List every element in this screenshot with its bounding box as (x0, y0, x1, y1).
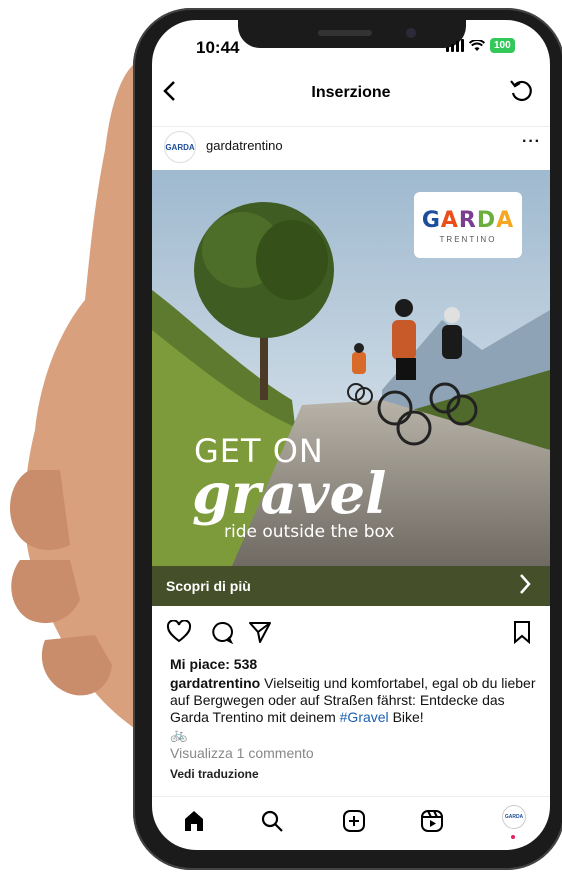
profile-avatar-text: GARDA (504, 814, 524, 820)
caption-body: gardatrentino Vielseitig und komfortabel… (170, 675, 542, 743)
comment-icon[interactable] (210, 620, 234, 649)
signal-icon (446, 39, 464, 52)
caption-tail: Bike! (392, 709, 424, 725)
view-comments-link[interactable]: Visualizza 1 commento (170, 745, 542, 762)
create-post-icon[interactable] (342, 809, 366, 838)
home-icon[interactable] (182, 809, 206, 838)
post-header: GARDA gardatrentino ··· (152, 126, 550, 163)
page-title: Inserzione (311, 84, 391, 101)
profile-avatar[interactable]: GARDA (502, 805, 526, 829)
like-count[interactable]: Mi piace: 538 (170, 656, 542, 673)
avatar-text: GARDA (165, 142, 195, 152)
learn-more-button[interactable]: Scopri di più (152, 566, 550, 606)
wifi-icon (469, 39, 485, 51)
search-icon[interactable] (260, 809, 284, 838)
refresh-icon[interactable] (508, 78, 534, 109)
chevron-right-icon (518, 572, 532, 602)
logo-wordmark: GARDA (421, 208, 515, 233)
see-translation-link[interactable]: Vedi traduzione (170, 766, 542, 783)
post-image[interactable]: GARDA TRENTINO GET ON gravel ride outsid… (152, 170, 550, 566)
headline-gravel: gravel (192, 461, 387, 527)
post-avatar[interactable]: GARDA (164, 131, 196, 163)
cta-label: Scopri di più (166, 578, 251, 594)
status-time: 10:44 (196, 38, 240, 57)
caption-username[interactable]: gardatrentino (170, 675, 260, 691)
post-username[interactable]: gardatrentino (206, 138, 283, 153)
more-options-icon[interactable]: ··· (522, 133, 541, 151)
status-icons: 100 (446, 38, 515, 53)
heart-icon[interactable] (166, 619, 192, 649)
battery-indicator: 100 (490, 38, 515, 53)
top-bar: Inserzione (152, 74, 550, 114)
bottom-nav: GARDA (152, 796, 550, 851)
hashtag-link[interactable]: #Gravel (340, 709, 389, 725)
brand-logo: GARDA TRENTINO (414, 192, 522, 258)
reels-icon[interactable] (420, 809, 444, 838)
notification-dot (511, 835, 515, 839)
bookmark-icon[interactable] (512, 620, 532, 649)
post-caption: Mi piace: 538 gardatrentino Vielseitig u… (170, 656, 542, 783)
notch (238, 10, 466, 48)
share-icon[interactable] (248, 620, 272, 649)
logo-subtitle: TRENTINO (439, 235, 497, 244)
bicycle-emoji: 🚲 (170, 726, 188, 742)
post-actions (152, 618, 550, 648)
tagline: ride outside the box (224, 522, 395, 542)
